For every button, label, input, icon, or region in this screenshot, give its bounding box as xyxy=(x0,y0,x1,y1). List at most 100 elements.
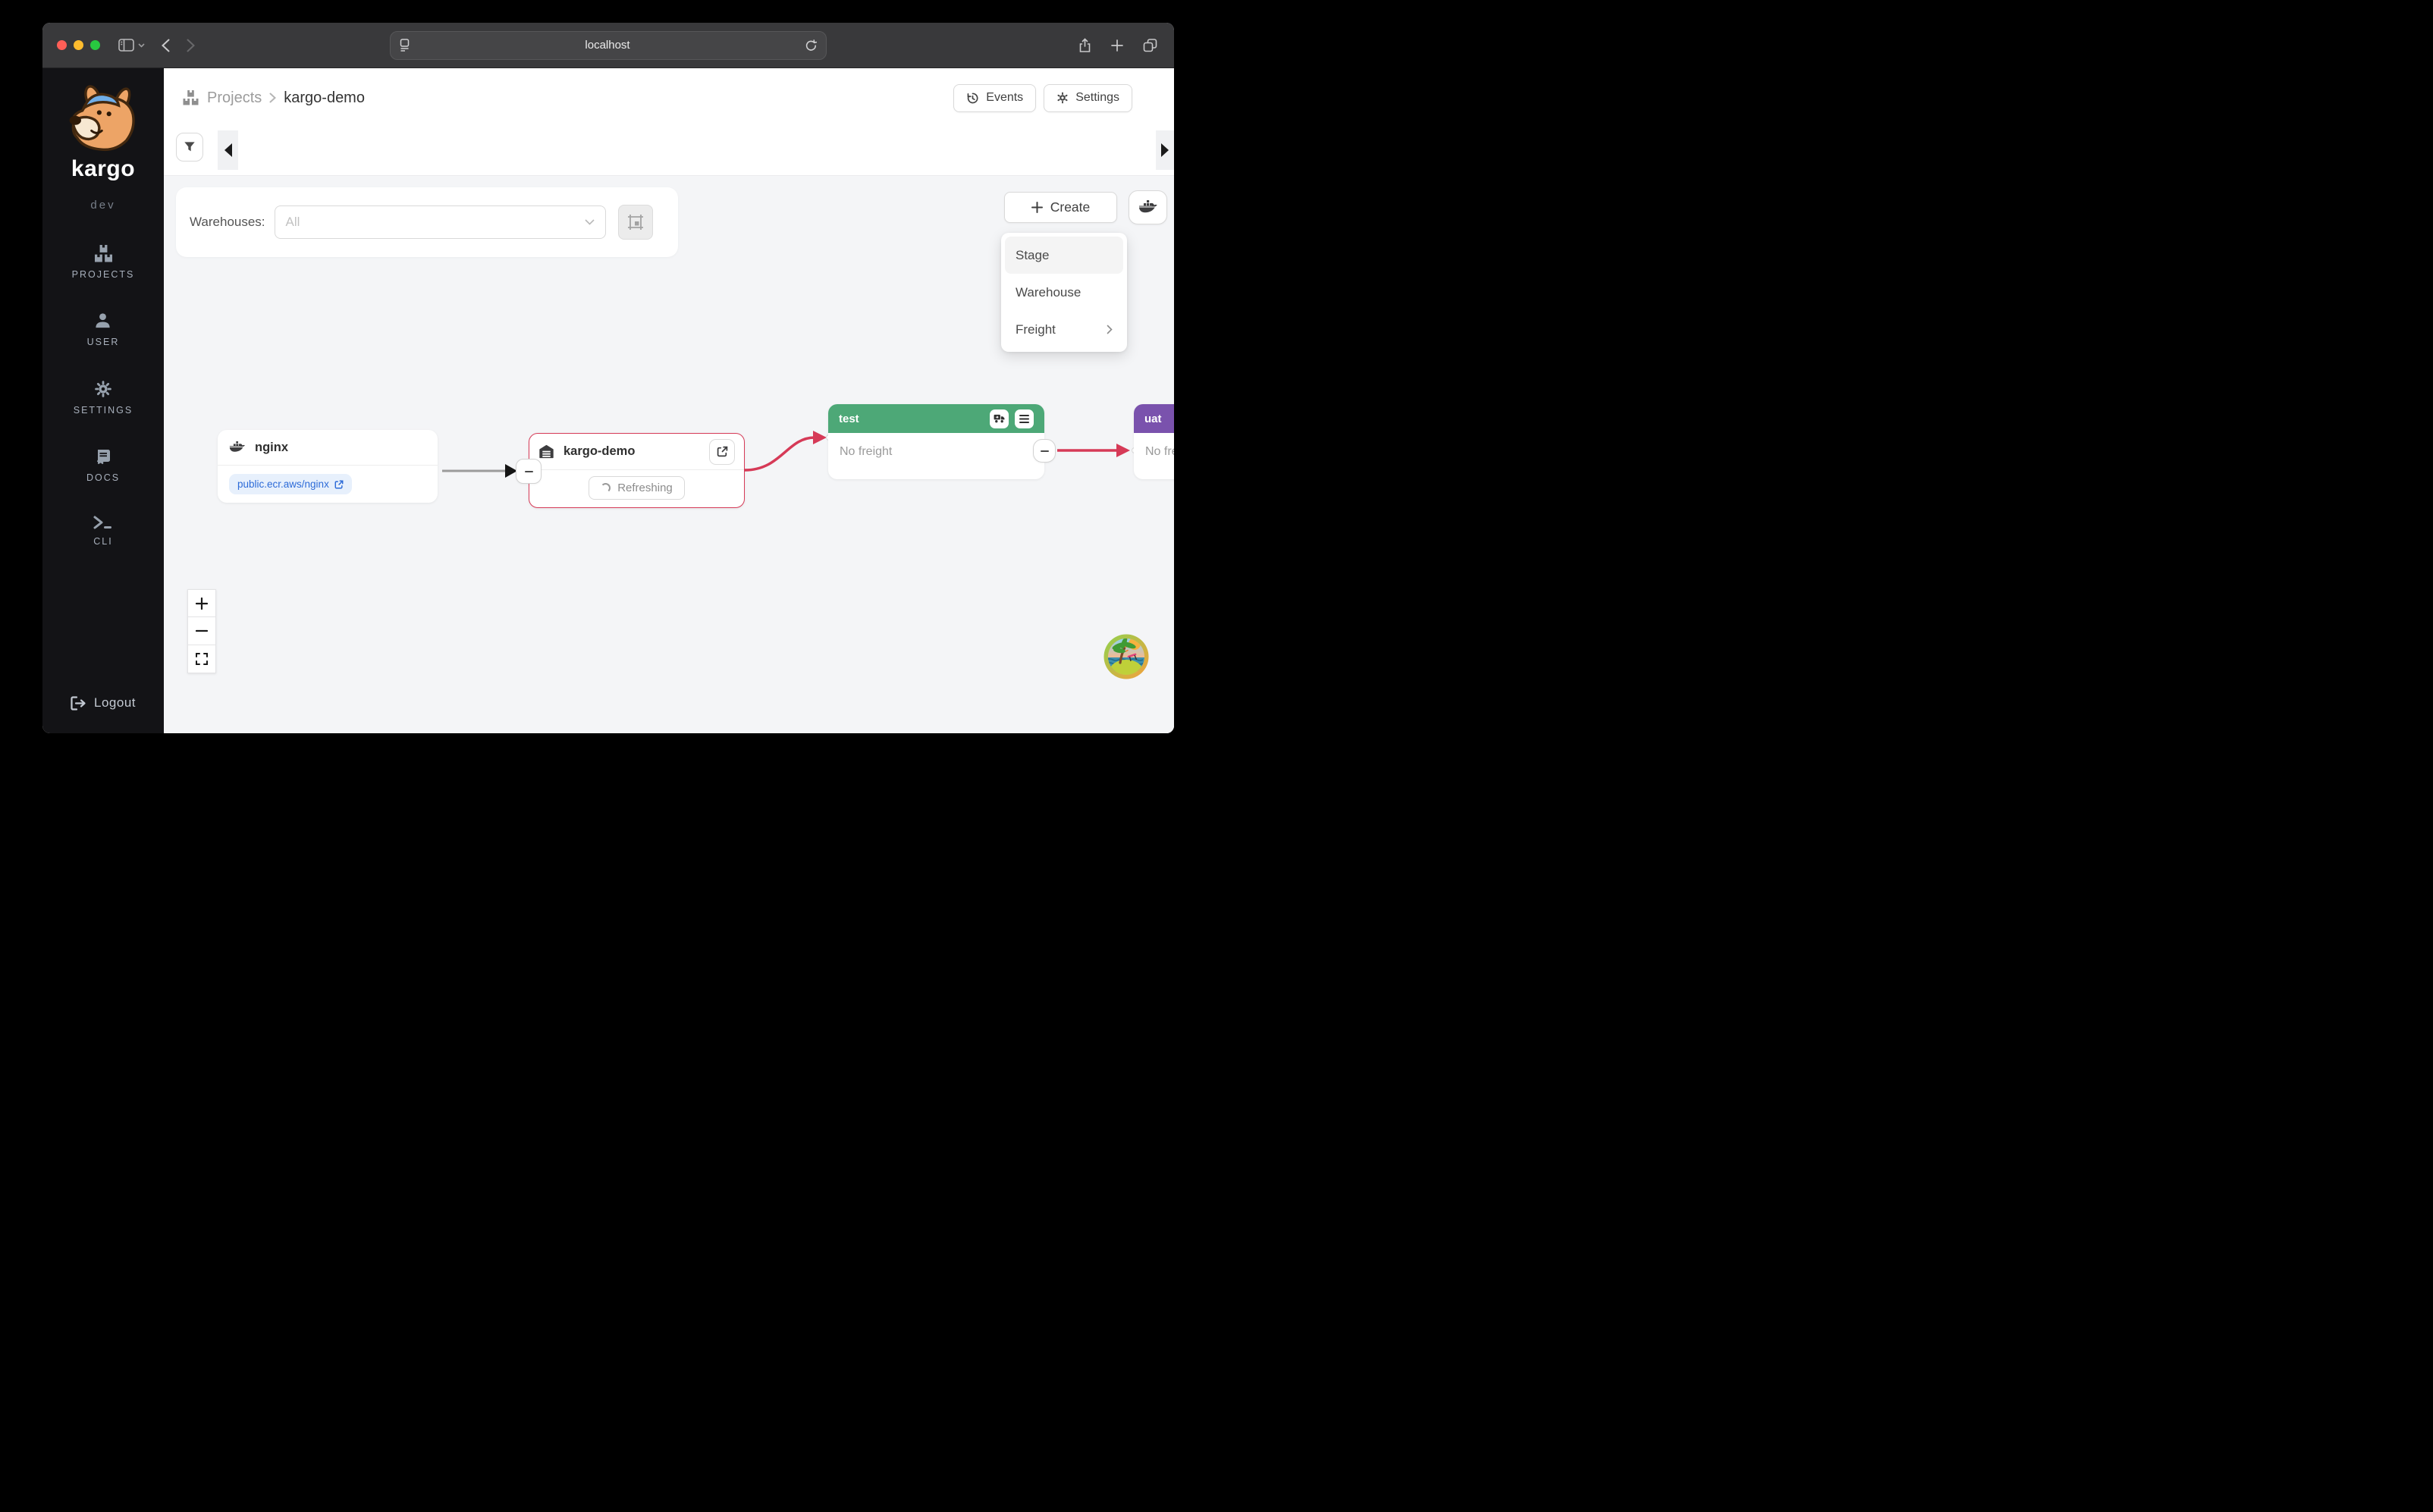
filter-button[interactable] xyxy=(176,133,203,162)
plus-icon xyxy=(196,598,208,610)
toolbar xyxy=(164,127,1174,175)
kargo-wordmark: kargo xyxy=(71,156,135,182)
settings-label: Settings xyxy=(1075,91,1119,105)
docker-button[interactable] xyxy=(1129,190,1167,224)
collapse-left-handle[interactable] xyxy=(218,130,238,170)
tab-overview-icon[interactable] xyxy=(1143,39,1157,52)
projects-icon xyxy=(182,90,199,105)
create-label: Create xyxy=(1050,199,1091,215)
node-nginx[interactable]: nginx public.ecr.aws/nginx xyxy=(218,430,438,503)
breadcrumb-projects-link[interactable]: Projects xyxy=(207,89,262,107)
sidebar-item-projects[interactable]: PROJECTS xyxy=(72,245,135,280)
node-stage-uat[interactable]: uat No freight xyxy=(1134,404,1174,479)
warehouses-select[interactable]: All xyxy=(275,205,606,239)
kargo-logo xyxy=(64,83,143,155)
sidebar-item-label: CLI xyxy=(93,536,112,547)
stage-menu-button[interactable] xyxy=(1015,409,1034,428)
docker-whale-icon xyxy=(1138,199,1158,215)
settings-button[interactable]: Settings xyxy=(1044,84,1132,112)
sidebar: kargo dev PROJECTS USER xyxy=(42,68,164,733)
terminal-icon xyxy=(93,516,113,529)
warehouses-select-value: All xyxy=(286,215,300,230)
menu-item-warehouse[interactable]: Warehouse xyxy=(1005,274,1123,311)
sidebar-item-label: DOCS xyxy=(86,472,120,483)
node-title: nginx xyxy=(255,441,288,455)
user-icon xyxy=(94,312,111,330)
triangle-left-icon xyxy=(224,143,232,157)
gear-icon xyxy=(94,380,112,398)
forward-icon[interactable] xyxy=(187,39,195,52)
collapse-edge-button[interactable] xyxy=(1033,439,1056,463)
sidebar-toggle-icon[interactable] xyxy=(118,39,134,52)
minimize-window-button[interactable] xyxy=(74,40,83,50)
sidebar-item-settings[interactable]: SETTINGS xyxy=(74,380,133,416)
warehouses-label: Warehouses: xyxy=(190,215,265,230)
url-text: localhost xyxy=(410,39,805,52)
address-bar[interactable]: localhost xyxy=(390,31,827,60)
events-button[interactable]: Events xyxy=(953,84,1036,112)
zoom-out-button[interactable] xyxy=(187,617,216,645)
submenu-chevron-icon xyxy=(1107,325,1113,334)
plus-icon xyxy=(1031,202,1043,213)
open-warehouse-button[interactable] xyxy=(709,439,735,465)
fit-view-button[interactable] xyxy=(187,645,216,673)
image-frame-button[interactable] xyxy=(618,205,653,240)
sidebar-item-user[interactable]: USER xyxy=(87,312,120,347)
chevron-down-icon[interactable] xyxy=(138,43,145,48)
logout-icon xyxy=(71,696,86,711)
spinner-icon xyxy=(601,483,611,493)
stage-title: test xyxy=(839,413,859,425)
node-title: kargo-demo xyxy=(564,444,635,459)
pipeline-canvas[interactable]: Warehouses: All Create xyxy=(164,175,1174,733)
logout-button[interactable]: Logout xyxy=(71,695,136,711)
sidebar-item-docs[interactable]: DOCS xyxy=(86,448,120,483)
logout-label: Logout xyxy=(94,695,136,711)
collapse-edge-button[interactable] xyxy=(516,459,542,484)
history-icon xyxy=(966,92,979,105)
events-label: Events xyxy=(986,91,1023,105)
fullscreen-corners-icon xyxy=(196,653,208,665)
node-stage-test[interactable]: test xyxy=(828,404,1044,479)
hamburger-icon xyxy=(1019,415,1029,423)
island-badge[interactable] xyxy=(1103,634,1149,679)
reader-view-icon[interactable] xyxy=(400,39,410,52)
share-icon[interactable] xyxy=(1078,38,1091,53)
sidebar-item-cli[interactable]: CLI xyxy=(93,516,113,547)
refreshing-status[interactable]: Refreshing xyxy=(589,476,685,500)
zoom-window-button[interactable] xyxy=(90,40,100,50)
menu-item-label: Warehouse xyxy=(1016,285,1081,300)
back-icon[interactable] xyxy=(162,39,170,52)
create-button[interactable]: Create xyxy=(1004,192,1117,223)
menu-item-stage[interactable]: Stage xyxy=(1005,237,1123,274)
promote-freight-button[interactable] xyxy=(990,409,1009,428)
warehouse-icon xyxy=(538,444,554,460)
breadcrumb-current: kargo-demo xyxy=(284,89,365,107)
tropical-island-icon xyxy=(1103,634,1149,679)
expand-right-handle[interactable] xyxy=(1156,130,1174,170)
repo-link[interactable]: public.ecr.aws/nginx xyxy=(229,474,352,494)
sidebar-nav: PROJECTS USER xyxy=(72,245,135,547)
minus-icon xyxy=(1041,450,1049,452)
node-kargo-demo-warehouse[interactable]: kargo-demo Refreshing xyxy=(529,433,745,508)
minus-icon xyxy=(525,471,533,472)
menu-item-label: Stage xyxy=(1016,248,1049,263)
zoom-controls xyxy=(187,589,216,673)
book-icon xyxy=(94,448,112,466)
new-tab-icon[interactable] xyxy=(1111,39,1123,52)
sidebar-item-label: SETTINGS xyxy=(74,405,133,416)
menu-item-label: Freight xyxy=(1016,322,1056,337)
zoom-in-button[interactable] xyxy=(187,589,216,617)
funnel-icon xyxy=(184,141,196,153)
docker-whale-icon xyxy=(229,441,246,454)
external-link-icon xyxy=(717,446,728,457)
gear-icon xyxy=(1056,92,1069,104)
refresh-icon[interactable] xyxy=(805,39,817,52)
sidebar-item-label: PROJECTS xyxy=(72,269,135,280)
browser-window: localhost xyxy=(42,23,1174,733)
menu-item-freight[interactable]: Freight xyxy=(1005,311,1123,348)
close-window-button[interactable] xyxy=(57,40,67,50)
browser-chrome: localhost xyxy=(42,23,1174,68)
truck-icon xyxy=(994,414,1005,423)
stage-freight-status: No freight xyxy=(1134,433,1174,471)
environment-label: dev xyxy=(90,199,115,212)
